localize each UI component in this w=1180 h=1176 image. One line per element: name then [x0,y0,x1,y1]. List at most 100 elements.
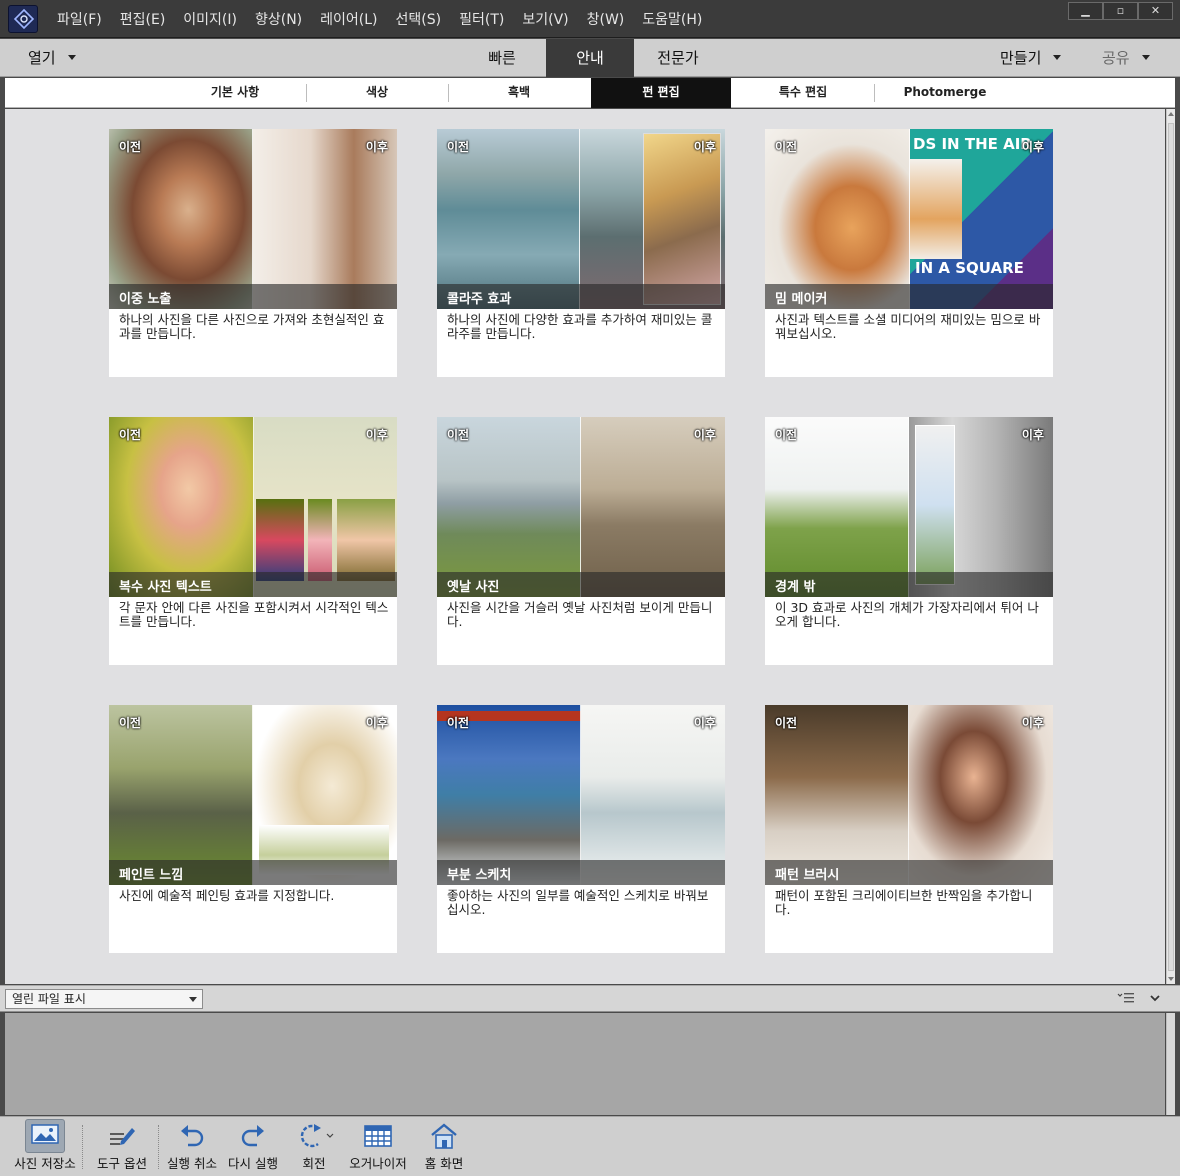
before-label: 이전 [775,716,798,730]
card-title: 경계 밖 [775,580,816,595]
card-thumbnail: 이전 이후 패턴 브러시 [765,705,1053,885]
menu-bar: 파일(F) 편집(E) 이미지(I) 향상(N) 레이어(L) 선택(S) 필터… [0,0,1180,38]
workspace-scrollbar[interactable] [1166,109,1175,984]
app-logo-icon[interactable] [8,5,38,33]
card-title: 복수 사진 텍스트 [119,580,212,595]
scroll-thumb[interactable] [1168,123,1174,971]
open-button[interactable]: 열기 [28,47,76,68]
menu-window[interactable]: 창(W) [587,9,625,29]
card-description: 각 문자 안에 다른 사진을 포함시켜서 시각적인 텍스트를 만듭니다. [119,600,389,629]
card-thumbnail: 이전 이후 옛날 사진 [437,417,725,597]
card-title-bar: 패턴 브러시 [765,860,1053,885]
card-partial-sketch[interactable]: 이전 이후 부분 스케치 좋아하는 사진의 일부를 예술적인 스케치로 바꿔보십… [437,705,725,953]
before-after-divider [909,129,910,309]
show-open-files-dropdown[interactable]: 열린 파일 표시 [5,989,203,1009]
menu-filter[interactable]: 필터(T) [459,9,504,29]
tab-guided[interactable]: 안내 [546,39,634,77]
menu-layer[interactable]: 레이어(L) [320,9,377,29]
after-label: 이후 [365,428,388,442]
after-label: 이후 [693,716,716,730]
maximize-button[interactable]: ▫ [1103,2,1138,20]
share-label: 공유 [1102,49,1130,67]
bottom-toolbar: 사진 저장소 도구 옵션 실행 취소 다시 실행 회전 오거나이저 홈 화면 [0,1116,1180,1176]
undo-button[interactable]: 실행 취소 [162,1119,222,1175]
photo-bin-label: 사진 저장소 [14,1156,76,1171]
tab-basics[interactable]: 기본 사항 [165,78,305,108]
photo-bin-icon [25,1119,65,1153]
home-screen-button[interactable]: 홈 화면 [418,1119,470,1175]
card-thumbnail: 이전 이후 복수 사진 텍스트 [109,417,397,597]
tab-black-white[interactable]: 흑백 [449,78,589,108]
card-meme-maker[interactable]: DS IN THE AIR IN A SQUARE 이전 이후 밈 메이커 사진… [765,129,1053,377]
menu-select[interactable]: 선택(S) [396,9,442,29]
tab-fun-edits[interactable]: 펀 편집 [591,78,731,108]
scroll-down-arrow-icon[interactable] [1168,977,1174,981]
organizer-label: 오거나이저 [349,1156,407,1171]
redo-label: 다시 실행 [228,1156,278,1171]
card-pattern-brush[interactable]: 이전 이후 패턴 브러시 패턴이 포함된 크리에이티브한 반짝임을 추가합니다. [765,705,1053,953]
card-multi-photo-text[interactable]: 이전 이후 복수 사진 텍스트 각 문자 안에 다른 사진을 포함시켜서 시각적… [109,417,397,665]
before-label: 이전 [447,140,470,154]
card-title: 패턴 브러시 [775,868,840,883]
before-after-divider [908,417,909,597]
before-label: 이전 [775,428,798,442]
tool-options-label: 도구 옵션 [97,1156,147,1171]
photo-bin-button[interactable]: 사진 저장소 [10,1119,80,1175]
card-double-exposure[interactable]: 이전 이후 이중 노출 하나의 사진을 다른 사진으로 가져와 초현실적인 효과… [109,129,397,377]
card-title-bar: 복수 사진 텍스트 [109,572,397,597]
close-button[interactable]: ✕ [1138,2,1173,20]
tab-special-edits[interactable]: 특수 편집 [733,78,873,108]
category-tabs: 기본 사항 색상 흑백 펀 편집 특수 편집 Photomerge [5,78,1175,108]
open-label: 열기 [28,49,56,67]
list-options-icon[interactable] [1117,991,1135,1005]
card-description: 하나의 사진을 다른 사진으로 가져와 초현실적인 효과를 만듭니다. [119,312,385,341]
card-collage-effect[interactable]: 이전 이후 콜라주 효과 하나의 사진에 다양한 효과를 추가하여 재미있는 콜… [437,129,725,377]
card-painterly[interactable]: 이전 이후 페인트 느낌 사진에 예술적 페인팅 효과를 지정합니다. [109,705,397,953]
after-label: 이후 [1021,428,1044,442]
photo-bin-header: 열린 파일 표시 [0,985,1180,1012]
scroll-up-arrow-icon[interactable] [1168,112,1174,116]
tab-photomerge[interactable]: Photomerge [875,78,1015,108]
share-button[interactable]: 공유 [1102,47,1150,68]
organizer-icon [364,1125,392,1147]
guided-workspace: 이전 이후 이중 노출 하나의 사진을 다른 사진으로 가져와 초현실적인 효과… [5,109,1165,984]
before-label: 이전 [447,428,470,442]
menu-edit[interactable]: 편집(E) [120,9,166,29]
menu-view[interactable]: 보기(V) [522,9,568,29]
chevron-down-icon [67,55,76,60]
after-label: 이후 [1021,716,1044,730]
tab-color[interactable]: 색상 [307,78,447,108]
meme-top-text: DS IN THE AIR [913,135,1032,153]
before-after-divider [580,705,581,885]
before-after-divider [253,417,254,597]
before-label: 이전 [447,716,470,730]
photo-bin-tray[interactable] [5,1013,1165,1115]
toolbar-divider [82,1125,83,1169]
minimize-button[interactable]: ▁ [1068,2,1103,20]
create-button[interactable]: 만들기 [1000,47,1062,68]
menu-image[interactable]: 이미지(I) [183,9,237,29]
collapse-panel-icon[interactable] [1148,991,1162,1005]
tray-scrollbar[interactable] [1166,1013,1175,1115]
card-out-of-bounds[interactable]: 이전 이후 경계 밖 이 3D 효과로 사진의 개체가 가장자리에서 튀어 나오… [765,417,1053,665]
card-title-bar: 페인트 느낌 [109,860,397,885]
organizer-button[interactable]: 오거나이저 [346,1119,410,1175]
card-title: 페인트 느낌 [119,868,184,883]
tab-quick[interactable]: 빠른 [458,39,546,77]
redo-button[interactable]: 다시 실행 [224,1119,282,1175]
before-after-divider [908,705,909,885]
menu-file[interactable]: 파일(F) [57,9,102,29]
after-label: 이후 [693,428,716,442]
card-title: 콜라주 효과 [447,292,512,307]
menu-enhance[interactable]: 향상(N) [255,9,302,29]
card-title: 밈 메이커 [775,292,828,307]
card-thumbnail: 이전 이후 부분 스케치 [437,705,725,885]
menu-help[interactable]: 도움말(H) [642,9,702,29]
rotate-button[interactable]: 회전 [290,1119,338,1175]
tab-expert[interactable]: 전문가 [634,39,722,77]
card-old-fashioned-photo[interactable]: 이전 이후 옛날 사진 사진을 시간을 거슬러 옛날 사진처럼 보이게 만듭니다… [437,417,725,665]
tool-options-button[interactable]: 도구 옵션 [90,1119,154,1175]
card-title-bar: 경계 밖 [765,572,1053,597]
before-label: 이전 [119,140,142,154]
card-description: 이 3D 효과로 사진의 개체가 가장자리에서 튀어 나오게 합니다. [775,600,1039,629]
